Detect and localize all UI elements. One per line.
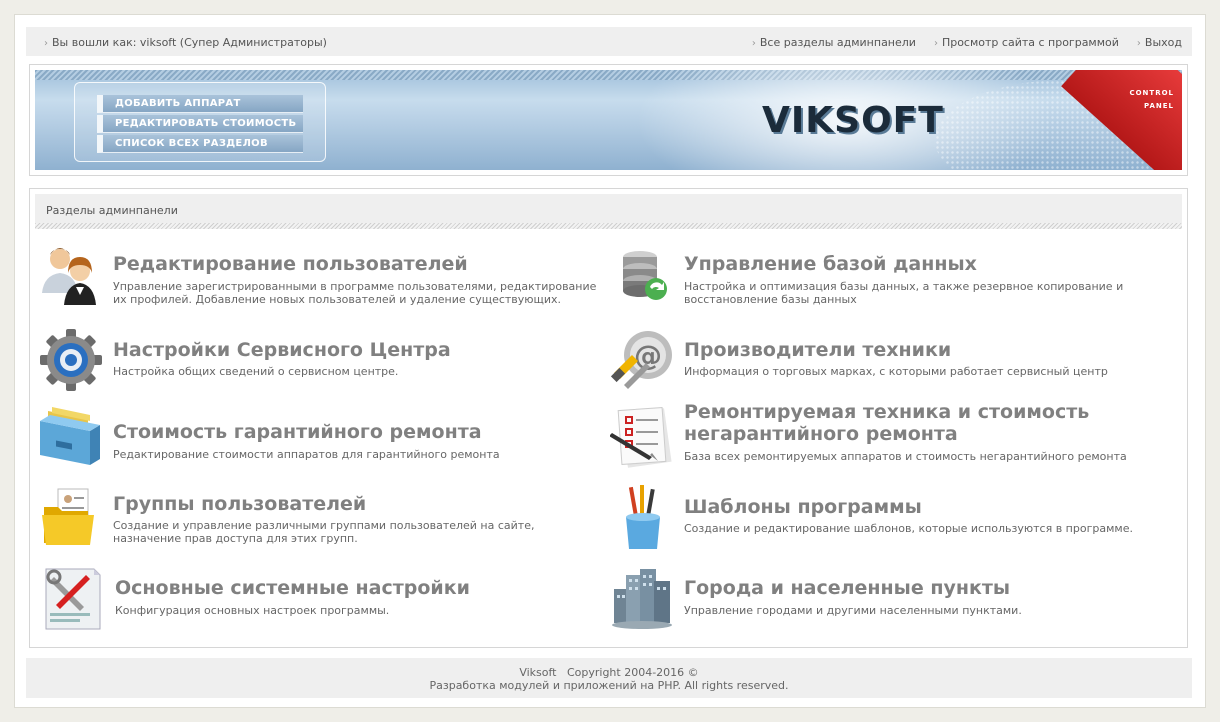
section-description: Информация о торговых марках, с которыми… xyxy=(684,365,1108,378)
logout-link[interactable]: Выход xyxy=(1137,36,1182,49)
section-description: Управление зарегистрированными в програм… xyxy=(113,280,597,306)
users-icon xyxy=(42,248,96,305)
section-repairable-equipment[interactable]: Ремонтируемая техника и стоимость негара… xyxy=(610,401,1180,473)
section-title: Шаблоны программы xyxy=(684,496,922,518)
brushes-icon xyxy=(626,485,660,549)
section-edit-users[interactable]: Редактирование пользователей Управление … xyxy=(38,243,598,313)
section-title: Ремонтируемая техника и стоимость негара… xyxy=(684,401,1090,445)
folder-icon xyxy=(42,488,94,545)
gear-icon xyxy=(40,329,102,391)
section-cities[interactable]: Города и населенные пункты Управление го… xyxy=(610,565,1170,635)
sections-panel: Разделы админпанели Редактирование польз… xyxy=(29,188,1188,648)
section-title: Редактирование пользователей xyxy=(113,253,468,275)
section-description: Настройка общих сведений о сервисном цен… xyxy=(113,365,399,378)
edit-price-button[interactable]: РЕДАКТИРОВАТЬ СТОИМОСТЬ xyxy=(97,115,303,133)
section-user-groups[interactable]: Группы пользователей Создание и управлен… xyxy=(38,485,598,555)
control-label: CONTROL xyxy=(1129,89,1174,97)
view-site-link[interactable]: Просмотр сайта с программой xyxy=(934,36,1119,49)
section-description: Редактирование стоимости аппаратов для г… xyxy=(113,448,500,461)
file-cabinet-icon xyxy=(40,407,100,465)
section-warranty-cost[interactable]: Стоимость гарантийного ремонта Редактиро… xyxy=(38,403,598,473)
section-title: Основные системные настройки xyxy=(115,577,470,599)
manufacturers-icon: @ xyxy=(610,331,672,389)
section-title: Стоимость гарантийного ремонта xyxy=(113,421,482,443)
copyright: Viksoft Copyright 2004-2016 © xyxy=(519,666,699,679)
section-description: Конфигурация основных настроек программы… xyxy=(115,604,390,617)
section-title: Группы пользователей xyxy=(113,493,367,515)
section-system-settings[interactable]: Основные системные настройки Конфигураци… xyxy=(40,565,600,635)
section-title: Настройки Сервисного Центра xyxy=(113,339,451,361)
section-description: База всех ремонтируемых аппаратов и стои… xyxy=(684,450,1127,463)
tools-icon xyxy=(45,568,101,630)
section-manufacturers[interactable]: @ Производители техники Информация о тор… xyxy=(610,327,1170,393)
panel-label: PANEL xyxy=(1143,102,1174,110)
control-panel-label: CONTROL PANEL xyxy=(1129,87,1174,113)
banner-box: ДОБАВИТЬ АППАРАТ РЕДАКТИРОВАТЬ СТОИМОСТЬ… xyxy=(29,64,1188,176)
city-icon xyxy=(612,569,672,629)
logged-in-status: Вы вошли как: viksoft (Супер Администрат… xyxy=(44,36,327,49)
section-title: Управление базой данных xyxy=(684,253,977,275)
database-icon xyxy=(623,251,667,300)
sections-header: Разделы админпанели xyxy=(35,194,1182,229)
all-sections-button[interactable]: СПИСОК ВСЕХ РАЗДЕЛОВ xyxy=(97,135,303,153)
all-sections-link[interactable]: Все разделы админпанели xyxy=(752,36,916,49)
section-description: Создание и управление различными группам… xyxy=(113,519,535,545)
add-device-button[interactable]: ДОБАВИТЬ АППАРАТ xyxy=(97,95,303,113)
section-description: Создание и редактирование шаблонов, кото… xyxy=(684,522,1133,535)
section-description: Управление городами и другими населенным… xyxy=(684,604,1022,617)
banner-menu: ДОБАВИТЬ АППАРАТ РЕДАКТИРОВАТЬ СТОИМОСТЬ… xyxy=(74,82,326,162)
viksoft-logo: VIKSOFT xyxy=(762,100,944,141)
section-program-templates[interactable]: Шаблоны программы Создание и редактирова… xyxy=(610,485,1170,555)
footer: Viksoft Copyright 2004-2016 © Разработка… xyxy=(26,658,1192,698)
section-service-center-settings[interactable]: Настройки Сервисного Центра Настройка об… xyxy=(38,327,598,393)
section-database[interactable]: Управление базой данных Настройка и опти… xyxy=(614,243,1174,313)
checklist-icon xyxy=(610,406,672,468)
top-links: Все разделы админпанели Просмотр сайта с… xyxy=(752,36,1182,49)
footer-tagline: Разработка модулей и приложений на PHP. … xyxy=(429,679,789,692)
banner: ДОБАВИТЬ АППАРАТ РЕДАКТИРОВАТЬ СТОИМОСТЬ… xyxy=(35,70,1182,170)
section-description: Настройка и оптимизация базы данных, а т… xyxy=(684,280,1124,306)
section-title: Города и населенные пункты xyxy=(684,577,1011,599)
section-title: Производители техники xyxy=(684,339,952,361)
top-bar: Вы вошли как: viksoft (Супер Администрат… xyxy=(26,27,1192,56)
